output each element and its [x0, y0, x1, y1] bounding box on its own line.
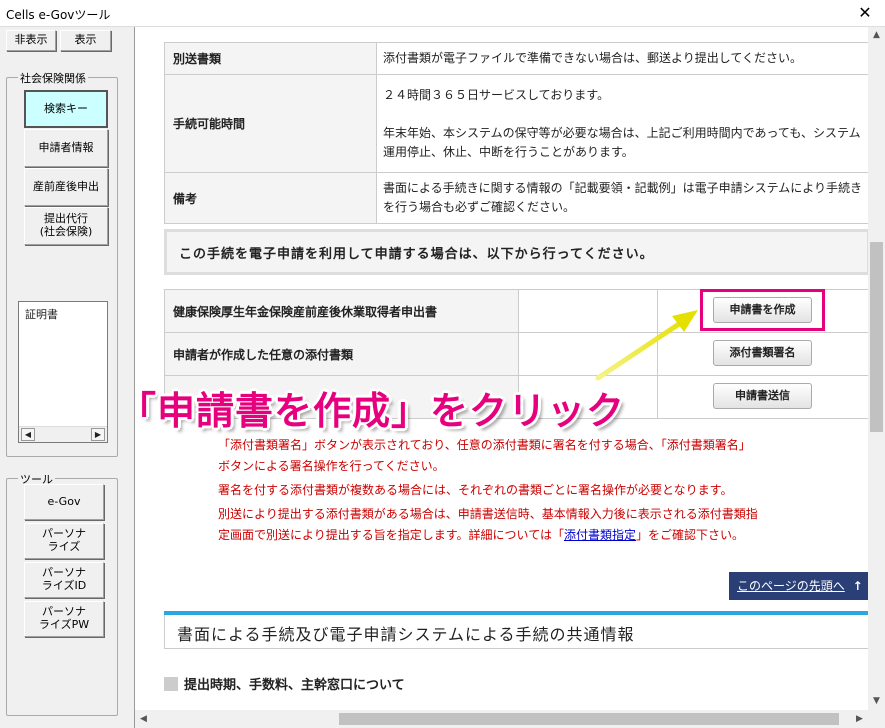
content-area: 別送書類 添付書類が電子ファイルで準備できない場合は、郵送より提出してください。… [134, 27, 885, 728]
scroll-left-icon[interactable]: ◀ [135, 710, 152, 728]
search-key-button[interactable]: 検索キー [24, 90, 108, 128]
personalize-id-button[interactable]: パーソナ ライズID [24, 562, 104, 598]
section-title: 書面による手続及び電子申請システムによる手続の共通情報 [164, 615, 870, 649]
square-bullet-icon [164, 677, 178, 691]
table-header-cell: 備考 [164, 172, 377, 224]
procedure-info-table: 別送書類 添付書類が電子ファイルで準備できない場合は、郵送より提出してください。… [164, 42, 870, 224]
personalize-pw-button[interactable]: パーソナ ライズPW [24, 601, 104, 637]
table-value-cell: 添付書類が電子ファイルで準備できない場合は、郵送より提出してください。 [376, 42, 870, 75]
hide-button[interactable]: 非表示 [6, 30, 56, 51]
scroll-right-icon[interactable]: ▶ [91, 428, 105, 441]
left-panel: 非表示 表示 社会保険関係 検索キー 申請者情報 産前産後申出 提出代行 (社会… [0, 27, 133, 728]
personalize-button[interactable]: パーソナ ライズ [24, 523, 104, 559]
proxy-submission-button[interactable]: 提出代行 (社会保険) [24, 207, 108, 245]
table-row: 別送書類 添付書類が電子ファイルで準備できない場合は、郵送より提出してください。 [164, 42, 870, 75]
value-line: 年末年始、本システムの保守等が必要な場合は、上記ご利用時間内であっても、システム… [383, 125, 861, 159]
e-application-notice: この手続を電子申請を利用して申請する場合は、以下から行ってください。 [164, 229, 870, 275]
note-line: ボタンによる署名操作を行ってください。 [218, 459, 445, 473]
table-row: 手続可能時間 ２４時間３６５日サービスしております。 年末年始、本システムの保守… [164, 74, 870, 173]
show-button[interactable]: 表示 [60, 30, 111, 51]
note-line: 署名を付する添付書類が複数ある場合には、それぞれの書類ごとに署名操作が必要となり… [218, 483, 733, 497]
form-name-cell: 健康保険厚生年金保険産前産後休業取得者申出書 [164, 289, 519, 333]
note-line: 別送により提出する添付書類がある場合は、申請書送信時、基本情報入力後に表示される… [218, 507, 758, 521]
table-header-cell: 手続可能時間 [164, 74, 377, 173]
scroll-right-icon[interactable]: ▶ [851, 710, 868, 728]
table-value-cell: 書面による手続きに関する情報の「記載要領・記載例」は電子申請システムにより手続き… [376, 172, 870, 224]
arrow-up-icon: ↑ [852, 579, 863, 593]
scroll-left-icon[interactable]: ◀ [21, 428, 35, 441]
form-name-cell: 申請者が作成した任意の添付書類 [164, 332, 519, 376]
sub-title: 提出時期、手数料、主幹窓口について [164, 674, 405, 693]
social-insurance-group-label: 社会保険関係 [18, 70, 88, 86]
table-row: 備考 書面による手続きに関する情報の「記載要領・記載例」は電子申請システムにより… [164, 172, 870, 224]
instruction-caption: 「申請書を作成」をクリック [118, 389, 626, 433]
value-line: ２４時間３６５日サービスしております。 [383, 87, 610, 102]
signature-notes: 「添付書類署名」ボタンが表示されており、任意の添付書類に署名を付する場合、「添付… [218, 435, 818, 546]
attachment-designation-link[interactable]: 添付書類指定 [564, 528, 636, 542]
sign-attachment-button[interactable]: 添付書類署名 [713, 340, 812, 366]
horizontal-scrollbar[interactable]: ◀ ▶ [135, 710, 885, 728]
horizontal-scroll-thumb[interactable] [339, 713, 839, 725]
table-value-cell: ２４時間３６５日サービスしております。 年末年始、本システムの保守等が必要な場合… [376, 74, 870, 173]
page-top-label[interactable]: このページの先頭へ [737, 579, 845, 593]
egov-button[interactable]: e-Gov [24, 484, 104, 520]
page-top-link[interactable]: このページの先頭へ ↑ [729, 572, 869, 600]
table-header-cell: 別送書類 [164, 42, 377, 75]
note-text: 」をご確認下さい。 [635, 528, 744, 542]
note-text: 定画面で別送により提出する旨を指定します。詳細については「 [218, 528, 564, 542]
empty-cell [517, 289, 659, 333]
empty-cell [517, 332, 659, 376]
applicant-info-button[interactable]: 申請者情報 [24, 129, 108, 167]
note-line: 定画面で別送により提出する旨を指定します。詳細については「添付書類指定」をご確認… [218, 525, 818, 546]
close-icon[interactable]: ✕ [855, 3, 875, 23]
window-title: Cells e-Govツール [6, 8, 111, 22]
create-application-highlight [700, 289, 825, 331]
listbox-scrollbar[interactable]: ◀ ▶ [19, 426, 107, 442]
note-line: 「添付書類署名」ボタンが表示されており、任意の添付書類に署名を付する場合、「添付… [218, 438, 751, 452]
scroll-up-icon[interactable]: ▲ [868, 27, 885, 44]
list-item[interactable]: 証明書 [25, 306, 58, 322]
sub-title-text: 提出時期、手数料、主幹窓口について [184, 678, 405, 693]
vertical-scroll-thumb[interactable] [870, 242, 883, 432]
send-application-button[interactable]: 申請書送信 [713, 383, 812, 409]
title-bar: Cells e-Govツール ✕ [0, 0, 885, 27]
value-line-spacer [383, 105, 863, 124]
maternity-leave-request-button[interactable]: 産前産後申出 [24, 168, 108, 206]
vertical-scrollbar[interactable]: ▲ ▼ [868, 27, 885, 710]
certificate-listbox[interactable]: 証明書 ◀ ▶ [18, 301, 108, 443]
scroll-down-icon[interactable]: ▼ [868, 693, 885, 710]
